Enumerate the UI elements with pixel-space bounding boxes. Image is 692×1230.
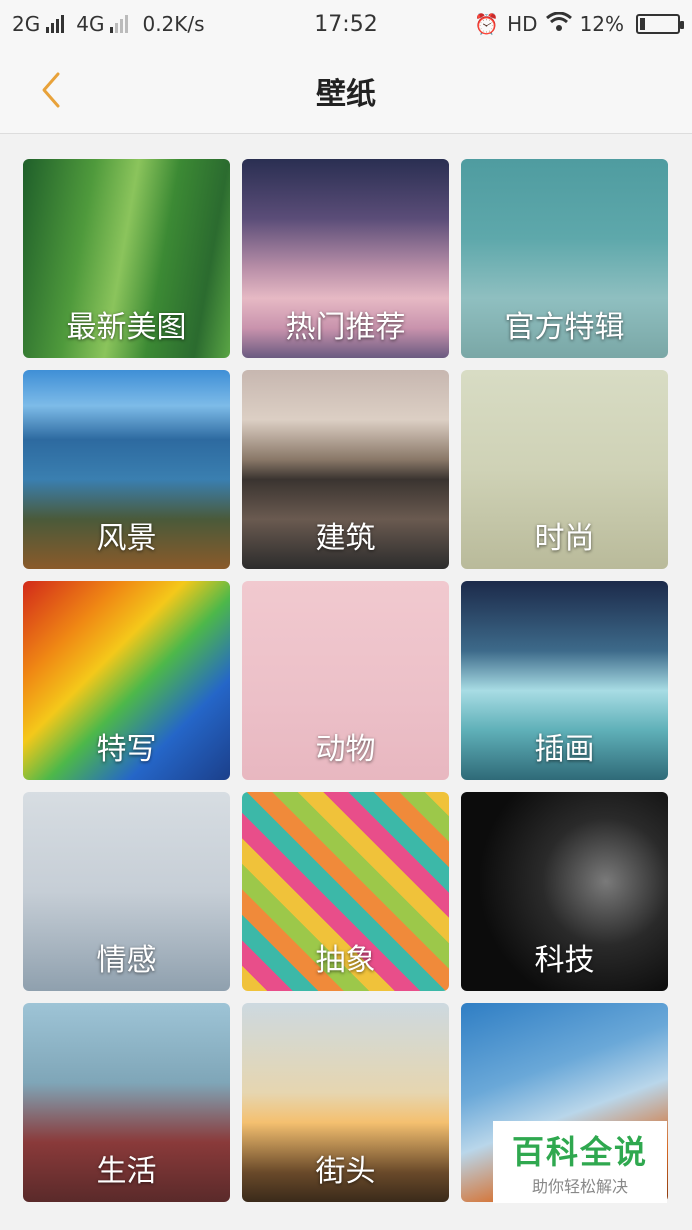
signal-icon [46,15,65,33]
category-tile[interactable]: 特写 [23,581,230,780]
category-label: 官方特辑 [504,310,625,345]
category-tile[interactable]: 热门推荐 [242,159,449,358]
clock: 17:52 [314,11,378,37]
wifi-icon [545,11,572,37]
category-label: 生活 [96,1154,157,1189]
category-tile[interactable]: 动物 [242,581,449,780]
category-tile[interactable]: 时尚 [461,370,668,569]
category-grid: 最新美图 热门推荐 官方特辑风景 建筑 时尚特写 动物 插画情感 抽象 科技生活 街头 [23,159,668,1202]
category-label: 风景 [96,521,157,556]
status-bar: 2G 4G 0.2K/s 17:52 ⏰ HD 12% [0,0,692,48]
watermark-slogan: 助你轻松解决 [531,1177,628,1196]
top-bar: 壁纸 [0,48,692,134]
page-title: 壁纸 [316,76,376,112]
signal-weak-icon [110,15,129,33]
watermark-brand: 百科全说 [511,1133,648,1171]
network-speed: 0.2K/s [142,12,205,36]
network-2g-label: 2G [12,12,41,36]
category-label: 情感 [96,943,157,978]
category-label: 插画 [534,732,595,767]
category-label: 街头 [315,1154,376,1189]
category-label: 最新美图 [66,310,187,345]
chevron-left-icon [42,72,60,108]
category-label: 特写 [96,732,157,767]
back-button[interactable] [30,70,70,110]
category-label: 科技 [534,943,595,978]
category-tile[interactable]: 插画 [461,581,668,780]
category-tile[interactable]: 风景 [23,370,230,569]
category-label: 热门推荐 [285,310,406,345]
category-label: 抽象 [315,943,376,978]
watermark: 百科全说 助你轻松解决 [493,1121,667,1203]
battery-percent: 12% [579,12,625,36]
battery-icon [636,14,685,34]
category-tile[interactable]: 街头 [242,1003,449,1202]
category-tile[interactable]: 抽象 [242,792,449,991]
category-tile[interactable]: 官方特辑 [461,159,668,358]
category-tile[interactable]: 生活 [23,1003,230,1202]
category-label: 建筑 [315,521,376,556]
category-tile[interactable]: 建筑 [242,370,449,569]
hd-label: HD [507,12,538,36]
category-tile[interactable]: 情感 [23,792,230,991]
category-tile[interactable]: 科技 [461,792,668,991]
network-4g-label: 4G [76,12,105,36]
category-label: 时尚 [534,521,595,556]
category-label: 动物 [315,732,376,767]
category-tile[interactable]: 最新美图 [23,159,230,358]
alarm-icon: ⏰ [474,12,500,36]
